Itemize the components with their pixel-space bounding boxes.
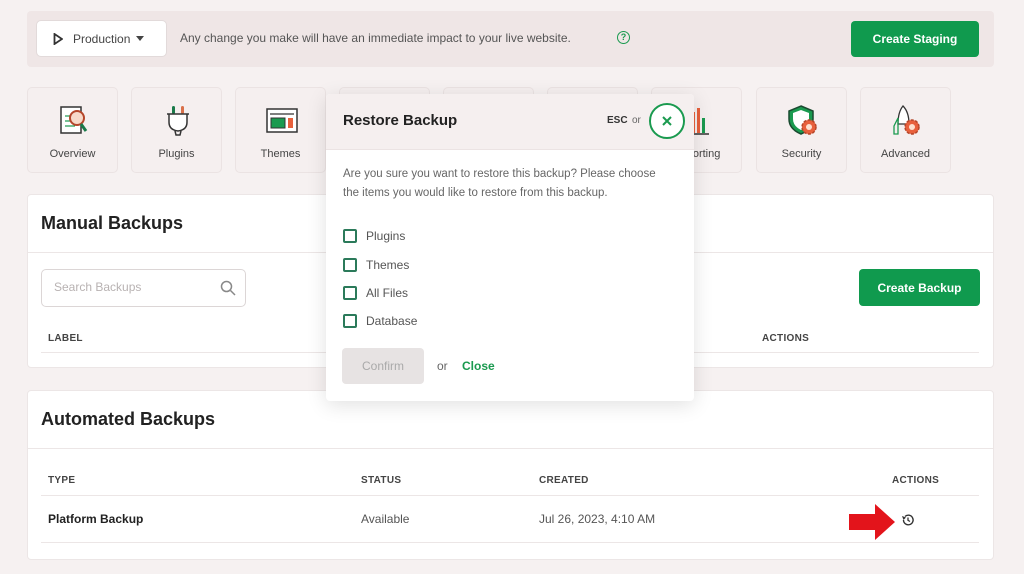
tile-plugins[interactable]: Plugins	[131, 87, 222, 173]
restore-history-icon[interactable]	[901, 513, 915, 527]
esc-or-text: or	[632, 115, 641, 126]
column-header-label: LABEL	[48, 333, 83, 344]
search-input[interactable]	[54, 280, 214, 294]
modal-header: Restore Backup ESC or	[326, 94, 694, 150]
close-icon	[662, 116, 672, 126]
caret-down-icon	[136, 36, 145, 41]
checkbox[interactable]	[343, 258, 357, 272]
search-backups-field[interactable]	[41, 269, 246, 307]
tile-label: Security	[781, 148, 822, 160]
restore-backup-modal: Restore Backup ESC or Are you sure you w…	[326, 94, 694, 401]
close-link[interactable]: Close	[462, 359, 495, 373]
tile-label: Themes	[260, 148, 301, 160]
option-plugins[interactable]: Plugins	[343, 229, 405, 243]
checkbox[interactable]	[343, 229, 357, 243]
theme-window-icon	[266, 108, 298, 133]
modal-title: Restore Backup	[343, 112, 458, 129]
create-staging-button[interactable]: Create Staging	[851, 21, 979, 57]
environment-bar: Production Any change you make will have…	[27, 11, 994, 67]
option-label: Themes	[366, 258, 410, 272]
rocket-gear-icon	[893, 105, 920, 135]
or-text: or	[437, 359, 448, 373]
column-header-created: CREATED	[539, 475, 589, 486]
create-backup-button[interactable]: Create Backup	[859, 269, 980, 306]
tile-label: Overview	[49, 148, 96, 160]
overview-magnifier-icon	[60, 106, 88, 134]
column-header-actions: ACTIONS	[892, 475, 940, 486]
backup-type: Platform Backup	[48, 512, 144, 526]
option-themes[interactable]: Themes	[343, 258, 409, 272]
table-divider	[41, 542, 979, 543]
search-icon	[220, 280, 236, 296]
red-arrow-annotation-icon	[849, 504, 895, 540]
environment-notice: Any change you make will have an immedia…	[180, 31, 571, 45]
play-icon	[53, 32, 63, 45]
column-header-status: STATUS	[361, 475, 402, 486]
tile-security[interactable]: Security	[756, 87, 847, 173]
automated-backups-card: Automated Backups TYPE STATUS CREATED AC…	[27, 390, 994, 560]
column-header-type: TYPE	[48, 475, 76, 486]
table-divider	[41, 495, 979, 496]
modal-message: Are you sure you want to restore this ba…	[343, 168, 656, 199]
esc-hint: ESC	[607, 115, 628, 126]
checkbox[interactable]	[343, 286, 357, 300]
option-database[interactable]: Database	[343, 314, 417, 328]
environment-dropdown[interactable]: Production	[36, 20, 167, 57]
question-circle-icon[interactable]: ?	[617, 31, 630, 44]
tile-label: Plugins	[158, 148, 195, 160]
option-label: Plugins	[366, 229, 406, 243]
close-modal-button[interactable]	[649, 103, 685, 139]
option-all-files[interactable]: All Files	[343, 286, 408, 300]
environment-label: Production	[73, 31, 131, 46]
tile-themes[interactable]: Themes	[235, 87, 326, 173]
tile-label: Advanced	[881, 148, 930, 160]
backup-created: Jul 26, 2023, 4:10 AM	[539, 512, 656, 526]
column-header-actions: ACTIONS	[762, 333, 810, 344]
manual-backups-title: Manual Backups	[41, 213, 184, 233]
checkbox[interactable]	[343, 314, 357, 328]
tile-overview[interactable]: Overview	[27, 87, 118, 173]
plug-icon	[167, 106, 189, 136]
option-label: Database	[366, 314, 418, 328]
confirm-button[interactable]: Confirm	[342, 348, 424, 384]
option-label: All Files	[366, 286, 409, 300]
tile-advanced[interactable]: Advanced	[860, 87, 951, 173]
divider	[28, 448, 993, 449]
shield-gear-icon	[788, 105, 817, 135]
backup-status: Available	[361, 512, 410, 526]
automated-backups-title: Automated Backups	[41, 409, 216, 429]
